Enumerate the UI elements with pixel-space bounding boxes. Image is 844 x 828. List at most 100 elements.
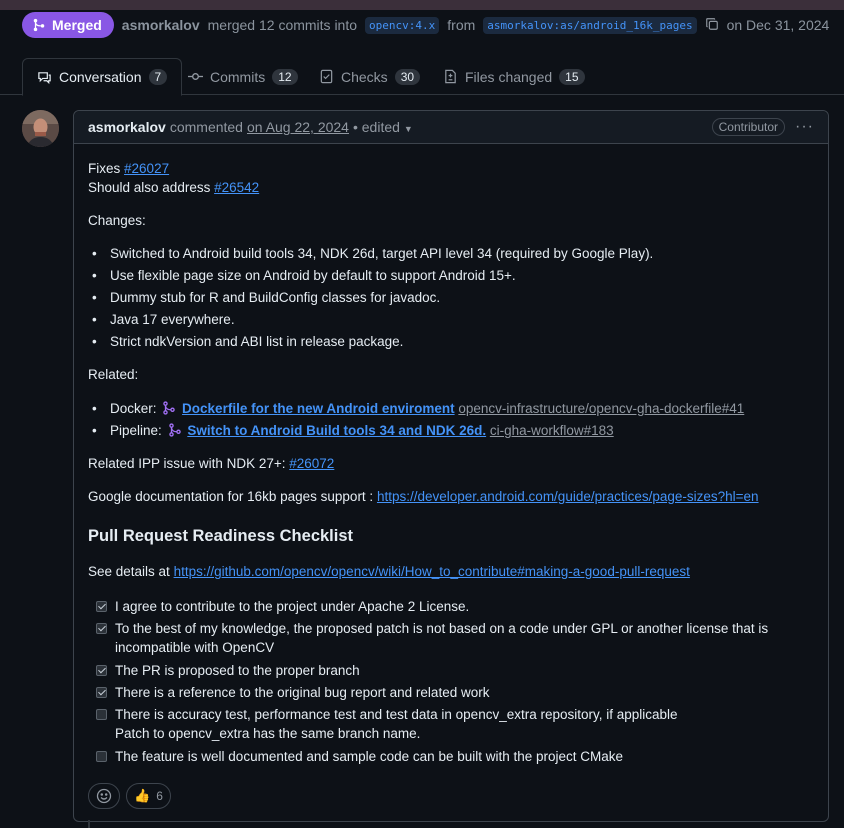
head-branch[interactable]: asmorkalov:as/android_16k_pages	[483, 16, 697, 34]
fixes-line: Fixes #26027	[88, 159, 169, 178]
tab-count: 7	[148, 69, 168, 85]
kebab-menu-icon[interactable]: ···	[795, 118, 814, 136]
reaction-count: 6	[156, 789, 163, 803]
details-label: See details at	[88, 564, 170, 579]
pull-request-icon	[168, 423, 181, 437]
avatar[interactable]	[22, 110, 59, 147]
tab-checks[interactable]: Checks 30	[319, 58, 421, 95]
tab-label: Conversation	[59, 69, 142, 85]
ipp-line: Related IPP issue with NDK 27+: #26072	[88, 454, 334, 473]
related-pr-ref[interactable]: opencv-infrastructure/opencv-gha-dockerf…	[458, 401, 744, 416]
comment-date[interactable]: on Aug 22, 2024	[247, 119, 349, 135]
checklist-icon	[320, 69, 333, 84]
comment-icon	[38, 71, 51, 84]
from-text: from	[447, 17, 476, 33]
details-line: See details at https://github.com/opencv…	[88, 562, 690, 581]
file-diff-icon	[445, 69, 456, 84]
tab-conversation[interactable]: Conversation 7	[22, 58, 183, 96]
tab-label: Commits	[210, 68, 266, 85]
related-item-pipeline: Pipeline: Switch to Android Build tools …	[88, 421, 744, 440]
related-prefix: Pipeline:	[110, 423, 162, 438]
changes-heading: Changes:	[88, 213, 146, 228]
merge-icon	[33, 18, 45, 32]
tab-files-changed[interactable]: Files changed 15	[443, 58, 585, 95]
tab-label: Checks	[341, 68, 388, 85]
list-item: Strict ndkVersion and ABI list in releas…	[88, 332, 653, 351]
thumbs-up-reaction[interactable]: 👍 6	[126, 783, 171, 809]
issue-link-26072[interactable]: #26072	[289, 456, 334, 471]
address-label: Should also address	[88, 180, 211, 195]
related-prefix: Docker:	[110, 401, 157, 416]
checklist-heading: Pull Request Readiness Checklist	[88, 527, 354, 545]
checklist-note: Patch to opencv_extra has the same branc…	[115, 726, 421, 741]
contributor-badge: Contributor	[711, 118, 786, 136]
related-item-docker: Docker: Dockerfile for the new Android e…	[88, 399, 744, 418]
checklist-item: The feature is well documented and sampl…	[96, 747, 806, 766]
smiley-icon	[96, 788, 112, 804]
checklist-text: I agree to contribute to the project und…	[115, 599, 470, 614]
list-item: Switched to Android build tools 34, NDK …	[88, 244, 653, 263]
edited-dropdown[interactable]: • edited ▼	[353, 119, 413, 135]
edited-label: • edited	[352, 119, 400, 135]
contribute-wiki-link[interactable]: https://github.com/opencv/opencv/wiki/Ho…	[174, 564, 690, 579]
address-line: Should also address #26542	[88, 178, 259, 197]
commented-text: commented	[169, 119, 243, 135]
changes-list: Switched to Android build tools 34, NDK …	[88, 244, 653, 351]
ipp-label: Related IPP issue with NDK 27+:	[88, 456, 286, 471]
related-pr-link[interactable]: Switch to Android Build tools 34 and NDK…	[187, 423, 486, 438]
checklist-item: The PR is proposed to the proper branch	[96, 661, 806, 680]
reactions-bar: 👍 6	[88, 783, 171, 809]
checkbox-checked[interactable]	[96, 687, 107, 698]
checklist-text: There is accuracy test, performance test…	[115, 707, 678, 722]
issue-link-26027[interactable]: #26027	[124, 161, 169, 176]
merger-username[interactable]: asmorkalov	[122, 17, 200, 33]
issue-link-26542[interactable]: #26542	[214, 180, 259, 195]
tab-label: Files changed	[465, 68, 553, 85]
add-reaction-button[interactable]	[88, 783, 120, 809]
list-item: Dummy stub for R and BuildConfig classes…	[88, 288, 653, 307]
checklist-text: To the best of my knowledge, the propose…	[115, 621, 769, 655]
docs-line: Google documentation for 16kb pages supp…	[88, 487, 759, 506]
base-branch[interactable]: opencv:4.x	[365, 16, 440, 34]
tab-commits[interactable]: Commits 12	[188, 58, 298, 95]
tab-count: 12	[272, 68, 298, 85]
pr-description-comment: asmorkalov commented on Aug 22, 2024 • e…	[73, 110, 829, 822]
checkbox-unchecked[interactable]	[96, 709, 107, 720]
checkbox-unchecked[interactable]	[96, 751, 107, 762]
checkbox-checked[interactable]	[96, 665, 107, 676]
pr-tabs: Conversation 7 Commits 12 Checks 30 File…	[0, 58, 844, 96]
list-item: Use flexible page size on Android by def…	[88, 266, 653, 285]
related-pr-link[interactable]: Dockerfile for the new Android enviromen…	[182, 401, 455, 416]
docs-link[interactable]: https://developer.android.com/guide/prac…	[377, 489, 759, 504]
top-bar	[0, 0, 844, 10]
timeline-line	[88, 820, 90, 828]
checklist-item: There is a reference to the original bug…	[96, 683, 806, 702]
tab-count: 30	[394, 68, 421, 85]
pr-header: Merged asmorkalov merged 12 commits into…	[22, 12, 829, 38]
checklist-item: I agree to contribute to the project und…	[96, 597, 806, 616]
avatar-image	[22, 110, 59, 147]
list-item: Java 17 everywhere.	[88, 310, 653, 329]
commit-icon	[188, 73, 203, 80]
merge-date: on Dec 31, 2024	[726, 17, 830, 33]
related-pr-ref[interactable]: ci-gha-workflow#183	[490, 423, 614, 438]
tab-count: 15	[559, 68, 585, 85]
checklist-text: The feature is well documented and sampl…	[115, 749, 624, 764]
checklist-text: The PR is proposed to the proper branch	[115, 663, 360, 678]
checkbox-checked[interactable]	[96, 601, 107, 612]
comment-header: asmorkalov commented on Aug 22, 2024 • e…	[74, 111, 828, 144]
related-heading: Related:	[88, 367, 139, 382]
copy-icon[interactable]	[705, 17, 719, 34]
related-list: Docker: Dockerfile for the new Android e…	[88, 399, 744, 440]
checkbox-checked[interactable]	[96, 623, 107, 634]
comment-author[interactable]: asmorkalov	[88, 119, 166, 135]
pull-request-icon	[163, 401, 176, 415]
checklist-text-block: There is accuracy test, performance test…	[115, 705, 678, 743]
chevron-down-icon: ▼	[403, 124, 413, 134]
fixes-label: Fixes	[88, 161, 121, 176]
status-label: Merged	[52, 17, 102, 33]
checklist-item: There is accuracy test, performance test…	[96, 705, 806, 743]
docs-label: Google documentation for 16kb pages supp…	[88, 489, 374, 504]
checklist-text: There is a reference to the original bug…	[115, 685, 490, 700]
merged-text: merged 12 commits into	[207, 17, 358, 33]
